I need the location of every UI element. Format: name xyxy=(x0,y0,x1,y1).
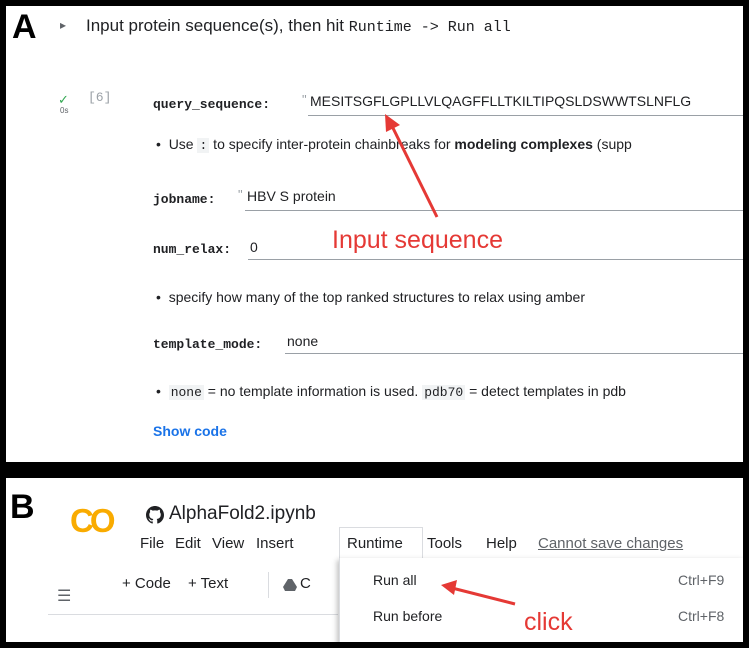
annotation-arrow-a xyxy=(385,114,439,218)
annotation-arrow-b xyxy=(441,580,516,606)
panel-a: A ▸ Input protein sequence(s), then hit … xyxy=(6,6,743,462)
panel-b: B CO AlphaFold2.ipynb File Edit View Ins… xyxy=(6,478,743,642)
